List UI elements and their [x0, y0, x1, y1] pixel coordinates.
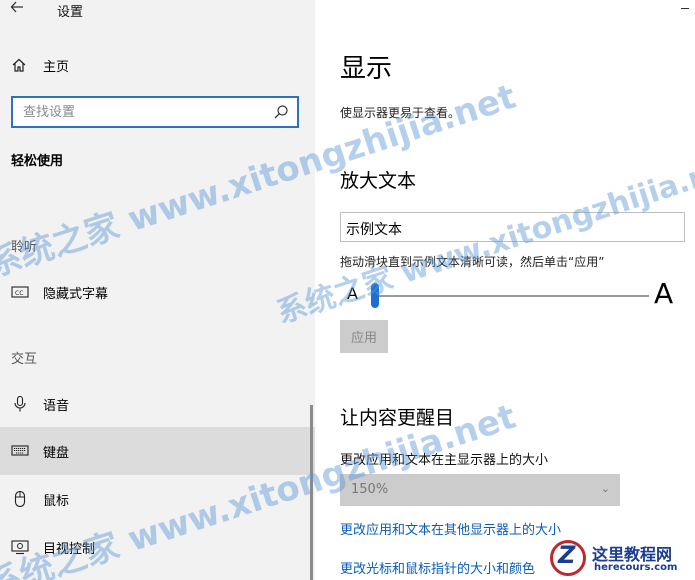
site-logo: Z 这里教程网 herecours.com: [550, 538, 695, 580]
link-pointer-size[interactable]: 更改光标和鼠标指针的大小和颜色: [340, 558, 535, 577]
back-button[interactable]: [10, 0, 30, 18]
sidebar-item-label: 键盘: [43, 446, 70, 461]
search-icon[interactable]: [273, 104, 289, 120]
apply-button[interactable]: 应用: [340, 320, 388, 353]
app-title: 设置: [57, 5, 84, 20]
back-arrow-icon: [10, 1, 23, 13]
scale-dropdown-value: 150%: [351, 482, 389, 497]
text-size-slider-track[interactable]: [371, 295, 649, 297]
scale-dropdown[interactable]: 150% ⌄: [340, 474, 620, 506]
slider-hint: 拖动滑块直到示例文本清晰可读，然后单击“应用”: [340, 255, 605, 269]
sidebar: 设置 主页 轻松使用 聆听 CC 隐藏式字幕 交互 语音 键盘 鼠标 目视控制: [0, 0, 315, 580]
group-label-hearing: 聆听: [11, 240, 38, 255]
sidebar-item-mouse[interactable]: 鼠标: [0, 475, 315, 523]
sidebar-item-keyboard[interactable]: 键盘: [0, 427, 315, 475]
logo-url: herecours.com: [594, 562, 678, 573]
title-bar: 设置: [0, 0, 315, 20]
scale-label: 更改应用和文本在主显示器上的大小: [340, 453, 549, 468]
sidebar-item-home[interactable]: 主页: [0, 46, 315, 84]
keyboard-icon: [11, 445, 29, 456]
page-title: 显示: [340, 54, 393, 84]
main-panel: 显示 使显示器更易于查看。 放大文本 示例文本 拖动滑块直到示例文本清晰可读，然…: [315, 0, 695, 580]
mouse-icon: [14, 491, 26, 507]
minimize-button[interactable]: [681, 8, 689, 9]
page-subtitle: 使显示器更易于查看。: [340, 106, 461, 120]
sidebar-item-label: 主页: [43, 60, 70, 75]
slider-max-label: A: [654, 277, 674, 310]
sidebar-item-closed-captions[interactable]: CC 隐藏式字幕: [0, 268, 315, 316]
microphone-icon: [14, 396, 26, 412]
eye-control-icon: [11, 540, 29, 555]
sidebar-item-label: 鼠标: [43, 494, 70, 509]
text-size-heading: 放大文本: [340, 170, 417, 192]
sidebar-scrollbar[interactable]: [310, 405, 313, 580]
logo-letter: Z: [558, 541, 576, 569]
sidebar-item-label: 目视控制: [43, 542, 96, 557]
search-input[interactable]: [23, 103, 263, 121]
sidebar-item-label: 隐藏式字幕: [43, 287, 109, 302]
chevron-down-icon: ⌄: [600, 482, 610, 495]
sample-text: 示例文本: [346, 222, 402, 238]
emphasis-heading: 让内容更醒目: [340, 407, 455, 429]
closed-captions-icon: CC: [11, 286, 29, 298]
group-label-interaction: 交互: [11, 352, 38, 367]
link-other-displays[interactable]: 更改应用和文本在其他显示器上的大小: [340, 519, 561, 538]
sidebar-item-speech[interactable]: 语音: [0, 380, 315, 428]
home-icon: [12, 58, 26, 72]
sidebar-item-eye-control[interactable]: 目视控制: [0, 523, 315, 571]
sample-text-box: 示例文本: [340, 212, 685, 242]
sidebar-item-label: 语音: [43, 399, 70, 414]
search-box[interactable]: [11, 96, 299, 128]
svg-text:CC: CC: [15, 290, 23, 297]
section-title: 轻松使用: [11, 154, 64, 169]
text-size-slider-thumb[interactable]: [371, 283, 379, 308]
slider-min-label: A: [347, 284, 358, 303]
